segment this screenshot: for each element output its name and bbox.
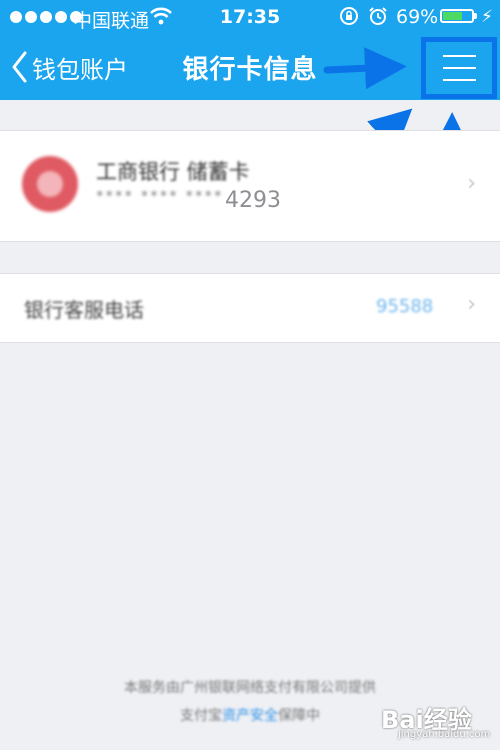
battery-percent: 69% xyxy=(396,6,439,28)
battery-icon xyxy=(440,9,474,23)
chevron-right-icon: › xyxy=(467,292,476,317)
asset-security-link[interactable]: 资产安全 xyxy=(222,708,278,724)
bank-name: 工商银行 储蓄卡 xyxy=(96,160,250,184)
chevron-right-icon: › xyxy=(467,171,476,196)
card-number-mask: **** **** **** xyxy=(96,187,224,205)
footer-suffix: 保障中 xyxy=(278,708,320,724)
header: 中国联通 17:35 69% ⚡ 钱包账户 银行卡信息 xyxy=(0,0,500,100)
footer-prefix: 支付宝 xyxy=(180,708,222,724)
battery-cap xyxy=(474,13,477,19)
rotation-lock-icon xyxy=(339,6,359,31)
bank-hotline-row[interactable]: 银行客服电话 95588 › xyxy=(0,273,500,343)
battery-fill xyxy=(443,12,462,20)
charging-bolt-icon: ⚡ xyxy=(481,7,493,27)
bank-card-row[interactable]: 工商银行 储蓄卡 **** **** **** › xyxy=(0,130,500,242)
annotation-arrows xyxy=(323,47,473,214)
status-bar: 中国联通 17:35 69% ⚡ xyxy=(0,0,500,34)
footer-provider-text: 本服务由广州银联网络支付有限公司提供 xyxy=(124,680,376,696)
card-tail-number: 4293 xyxy=(225,188,281,213)
hamburger-menu-icon[interactable] xyxy=(421,37,497,99)
baidu-watermark-url: jingyan.baidu.com xyxy=(398,729,491,740)
alarm-icon xyxy=(368,6,388,31)
bank-logo-icon xyxy=(22,156,78,212)
hotline-number[interactable]: 95588 xyxy=(376,296,433,317)
hotline-label: 银行客服电话 xyxy=(24,298,144,322)
